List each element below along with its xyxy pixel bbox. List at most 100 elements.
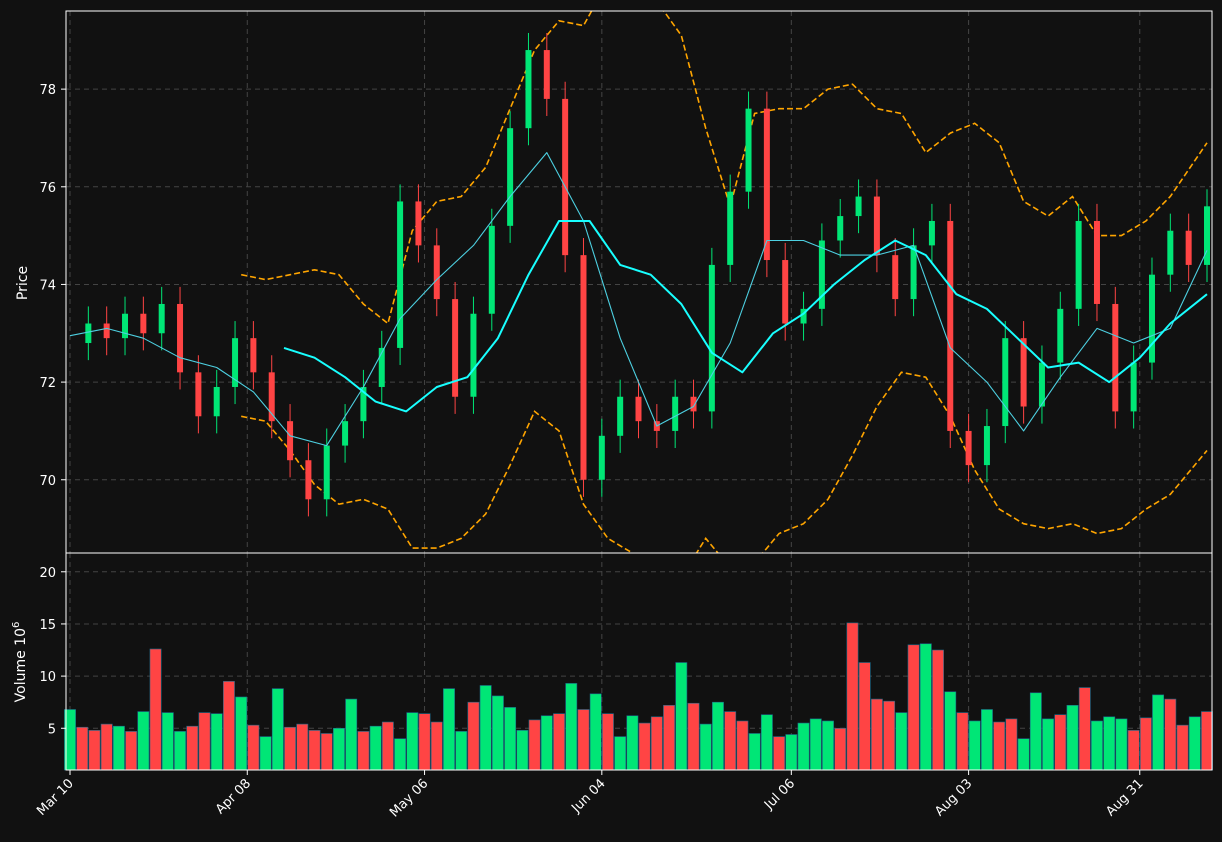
candle-down [1020, 338, 1027, 407]
volume-bar-up [333, 727, 345, 771]
volume-bar-up [1066, 705, 1079, 771]
volume-bar-down [870, 698, 883, 771]
volume-bar-down [357, 731, 370, 771]
volume-bar-up [1042, 718, 1054, 771]
candle-up [1130, 362, 1137, 412]
candle-up [928, 220, 935, 246]
volume-bar-up [589, 693, 602, 771]
candle-down [140, 313, 147, 334]
candle-down [690, 396, 697, 412]
volume-bar-up [455, 731, 468, 771]
volume-bar-up [626, 715, 639, 771]
volume-bar-down [76, 726, 89, 771]
volume-bar-down [834, 727, 847, 771]
stock-chart: 7072747678 5101520 Mar 10 Apr 08 May 06 Jun… [0, 0, 1222, 842]
candle-up [708, 264, 715, 412]
volume-bar-down [1164, 698, 1177, 771]
candle-down [1093, 220, 1100, 304]
volume-bar-up [394, 738, 407, 771]
candle-up [598, 435, 605, 480]
candle-up [525, 50, 532, 129]
candle-down [580, 255, 587, 480]
volume-bar-down [308, 730, 321, 771]
candle-down [305, 460, 312, 500]
candle-up [85, 323, 92, 344]
volume-bar-down [1005, 718, 1018, 771]
volume-tick-label: 15 [39, 618, 56, 633]
volume-tick-label: 20 [39, 566, 56, 581]
candle-down [947, 220, 954, 431]
volume-bar-down [553, 713, 565, 771]
candle-down [892, 255, 899, 300]
volume-tick-label: 5 [48, 722, 56, 737]
candle-down [1112, 303, 1119, 412]
volume-bar-down [1078, 687, 1091, 771]
candle-down [1185, 230, 1192, 265]
volume-bar-down [125, 731, 138, 771]
volume-bar-up [345, 698, 358, 771]
candle-up [855, 196, 862, 217]
volume-bar-up [491, 695, 504, 771]
price-tick-label: 70 [39, 474, 56, 489]
candle-up [672, 396, 679, 431]
volume-bar-up [112, 725, 125, 771]
volume-bar-down [100, 723, 113, 771]
candle-up [213, 386, 220, 417]
volume-bar-down [247, 724, 260, 771]
volume-bar-down [186, 725, 199, 771]
volume-bar-up [1115, 718, 1128, 771]
candle-up [745, 108, 752, 192]
volume-bar-up [748, 733, 761, 771]
volume-bar-down [956, 712, 969, 771]
volume-bar-down [907, 644, 920, 771]
volume-bar-down [88, 730, 101, 771]
volume-bar-down [1139, 717, 1152, 771]
volume-bar-up [161, 712, 174, 771]
volume-axis-label-exponent: 6 [11, 622, 22, 628]
volume-bar-up [406, 712, 419, 771]
volume-bar-down [1176, 724, 1189, 771]
volume-bar-down [381, 721, 394, 771]
volume-bar-down [577, 709, 590, 771]
volume-bar-up [919, 643, 932, 771]
candle-down [873, 196, 880, 256]
volume-bar-down [932, 649, 944, 771]
candle-up [470, 313, 477, 397]
candle-up [837, 216, 844, 241]
volume-bar-down [687, 702, 700, 771]
volume-axis-label: Volume 106 [11, 622, 29, 703]
candle-up [1167, 230, 1174, 275]
volume-bar-down [467, 701, 480, 771]
volume-bar-up [1152, 694, 1165, 771]
volume-bar-down [858, 662, 871, 771]
volume-tick-label: 10 [39, 670, 56, 685]
candle-up [1075, 220, 1082, 309]
candle-down [562, 98, 569, 256]
volume-bar-up [1188, 716, 1201, 771]
volume-bar-up [981, 709, 993, 771]
candle-down [415, 201, 422, 246]
volume-bar-down [724, 711, 737, 771]
volume-bar-down [320, 733, 333, 771]
volume-bar-up [797, 722, 810, 771]
candle-up [983, 426, 990, 466]
volume-bar-down [736, 720, 749, 771]
volume-bar-down [284, 726, 296, 771]
volume-bar-down [1201, 711, 1213, 771]
candle-up [910, 245, 917, 300]
volume-bar-up [1103, 716, 1116, 771]
volume-bar-down [638, 722, 651, 771]
volume-bar-up [968, 720, 981, 771]
candle-up [342, 421, 349, 446]
candle-down [763, 108, 770, 261]
volume-bar-up [1017, 738, 1030, 771]
price-tick-label: 72 [39, 376, 56, 391]
volume-bar-up [443, 688, 455, 771]
volume-bar-up [785, 734, 798, 771]
candle-down [543, 50, 550, 99]
volume-bar-up [895, 712, 908, 771]
volume-bar-down [223, 681, 235, 771]
volume-bar-up [1091, 720, 1103, 771]
volume-bar-down [993, 721, 1006, 771]
volume-bar-up [174, 731, 186, 771]
